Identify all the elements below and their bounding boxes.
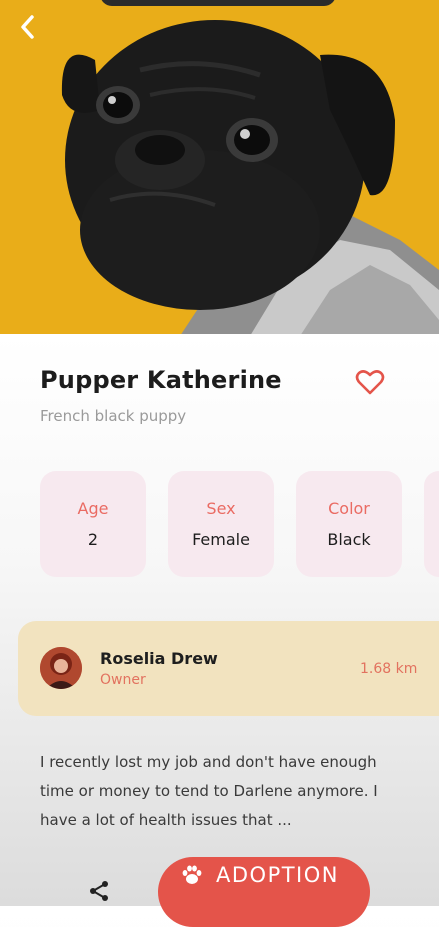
heart-outline-icon (355, 370, 385, 395)
attribute-value: Female (192, 530, 250, 549)
attribute-card-sex: Sex Female (168, 471, 274, 577)
pet-photo (0, 0, 439, 336)
share-icon (90, 881, 108, 901)
share-button[interactable] (84, 876, 114, 906)
adoption-button[interactable]: ADOPTION (158, 857, 370, 927)
owner-card[interactable]: Roselia Drew Owner 1.68 km (18, 621, 439, 716)
owner-name: Roselia Drew (100, 649, 218, 668)
pet-story: I recently lost my job and don't have en… (40, 753, 378, 829)
pug-illustration (0, 0, 439, 336)
chevron-left-icon (21, 15, 34, 39)
attribute-label: Age (77, 499, 109, 518)
attribute-label: Sex (206, 499, 236, 518)
attribute-value: Black (327, 530, 371, 549)
camera-notch (100, 0, 336, 6)
attribute-card-color: Color Black (296, 471, 402, 577)
back-button[interactable] (18, 14, 52, 48)
owner-avatar-image (40, 647, 82, 689)
avatar (40, 647, 82, 689)
owner-distance: 1.68 km (360, 661, 418, 677)
pet-name: Pupper Katherine (40, 366, 282, 394)
attribute-card-age: Age 2 (40, 471, 146, 577)
owner-role: Owner (100, 672, 146, 688)
attribute-label: Color (328, 499, 370, 518)
adoption-button-label: ADOPTION (216, 863, 339, 887)
attribute-value: 2 (87, 530, 99, 549)
pet-description: French black puppy (40, 407, 187, 425)
attribute-card-partial (424, 471, 439, 577)
favorite-button[interactable] (354, 366, 386, 398)
paw-icon (182, 865, 202, 884)
